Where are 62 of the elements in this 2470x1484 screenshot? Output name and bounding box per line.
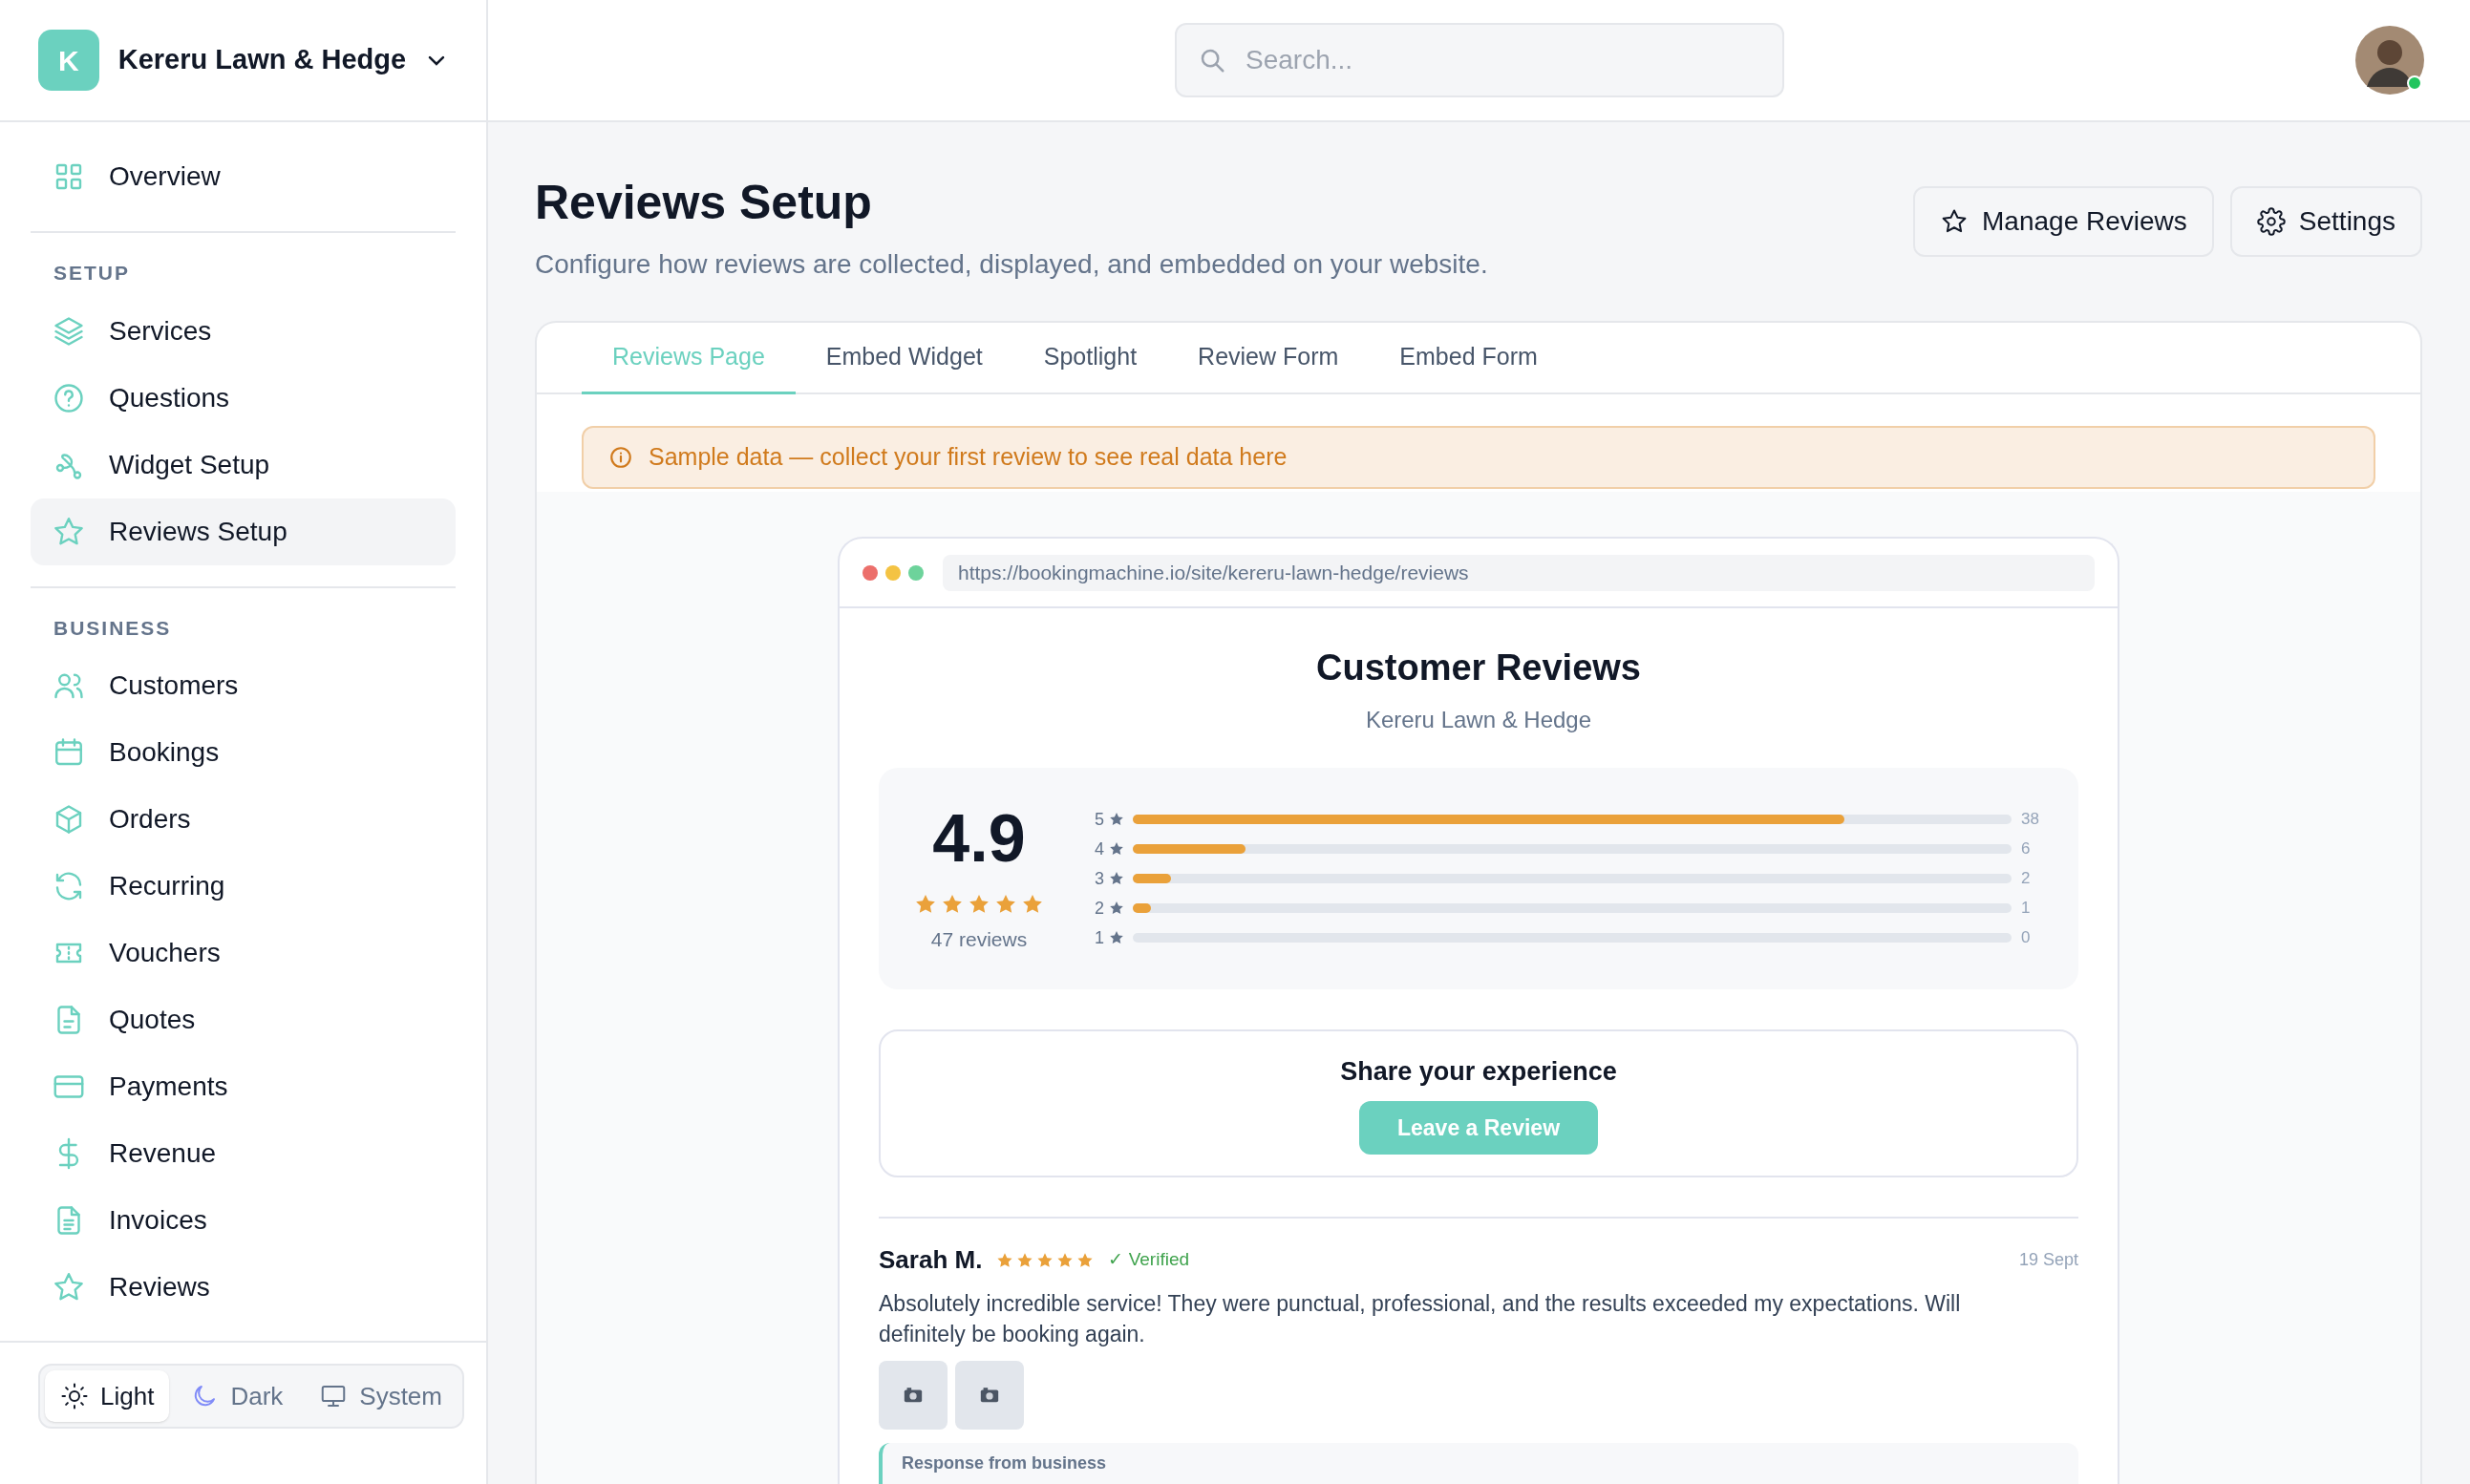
sidebar-item[interactable]: Payments [31, 1053, 456, 1120]
sidebar-item[interactable]: Orders [31, 786, 456, 853]
search-field[interactable]: Search... [1175, 23, 1784, 97]
theme-option[interactable]: Dark [175, 1370, 299, 1422]
sidebar-item[interactable]: Questions [31, 364, 456, 432]
rating-label: 4 [1094, 837, 1104, 860]
section-heading: BUSINESS [53, 615, 173, 641]
reviewer-name: Sarah M. [879, 1244, 983, 1276]
rating-count: 1 [2020, 898, 2032, 920]
sidebar-item[interactable]: Recurring [31, 853, 456, 920]
share-experience-title: Share your experience [1340, 1056, 1617, 1089]
sun-icon [60, 1382, 89, 1410]
sidebar-item[interactable]: Invoices [31, 1187, 456, 1254]
average-rating: 4.9 [932, 802, 1026, 876]
business-subtitle: Kereru Lawn & Hedge [1365, 706, 1592, 734]
tab[interactable]: Spotlight [1012, 323, 1168, 394]
sidebar-item[interactable]: Vouchers [31, 920, 456, 986]
review-date: 19 Sept [2018, 1249, 2078, 1271]
sidebar-item[interactable]: Services [31, 297, 456, 365]
page-title: Reviews Setup [535, 175, 873, 231]
star-icon [1108, 900, 1125, 917]
reviews-heading: Customer Reviews [1316, 647, 1641, 689]
rating-count: 6 [2020, 838, 2032, 860]
manage-reviews-button[interactable]: Manage Reviews [1913, 186, 2214, 257]
tab[interactable]: Embed Form [1369, 323, 1568, 394]
tab[interactable]: Embed Widget [795, 323, 1013, 394]
sidebar-item[interactable]: Reviews Setup [31, 498, 456, 565]
verified-label: ✓ Verified [1108, 1248, 1190, 1272]
url-bar: https://bookingmachine.io/site/kereru-lawn-hedge/reviews [943, 554, 2095, 591]
rating-label: 3 [1094, 867, 1104, 890]
tab[interactable]: Review Form [1167, 323, 1370, 394]
rating-count: 38 [2020, 809, 2040, 831]
star-icon [1108, 929, 1125, 946]
sidebar-item[interactable]: Bookings [31, 719, 456, 786]
response-label: Response from business [902, 1453, 1107, 1473]
sidebar-item[interactable]: Customers [31, 652, 456, 719]
business-name: Kereru Lawn & Hedge [117, 43, 407, 77]
review-count: 47 reviews [930, 927, 1028, 953]
star-icon [1108, 870, 1125, 887]
sidebar-item[interactable]: Quotes [31, 986, 456, 1053]
theme-option[interactable]: System [304, 1370, 458, 1422]
star-icon [1108, 840, 1125, 858]
page-subtitle: Configure how reviews are collected, displayed, and embedded on your website. [535, 248, 1488, 281]
rating-label: 1 [1094, 926, 1104, 949]
info-icon [608, 445, 633, 470]
user-avatar[interactable] [2355, 26, 2424, 95]
review-text: Absolutely incredible service! They were punctual, professional, and the results exceeded my expectations. Will definitely be booking again. [879, 1290, 1962, 1348]
rating-label: 2 [1094, 897, 1104, 920]
sidebar-item[interactable]: Widget Setup [31, 431, 456, 498]
rating-label: 5 [1094, 808, 1104, 831]
settings-button[interactable]: Settings [2229, 186, 2422, 257]
rating-count: 0 [2020, 927, 2032, 949]
sidebar-item[interactable]: Overview [31, 143, 456, 210]
brand-logo: K [38, 30, 99, 91]
notice-text: Sample data — collect your first review to see real data here [649, 442, 1288, 473]
sidebar-item[interactable]: Reviews [31, 1254, 456, 1321]
theme-option[interactable]: Light [45, 1370, 170, 1422]
rating-count: 2 [2020, 868, 2032, 890]
settings-icon [2256, 207, 2286, 236]
star-icon [1108, 811, 1125, 828]
sidebar-item[interactable]: Revenue [31, 1120, 456, 1187]
section-heading: SETUP [53, 261, 131, 286]
